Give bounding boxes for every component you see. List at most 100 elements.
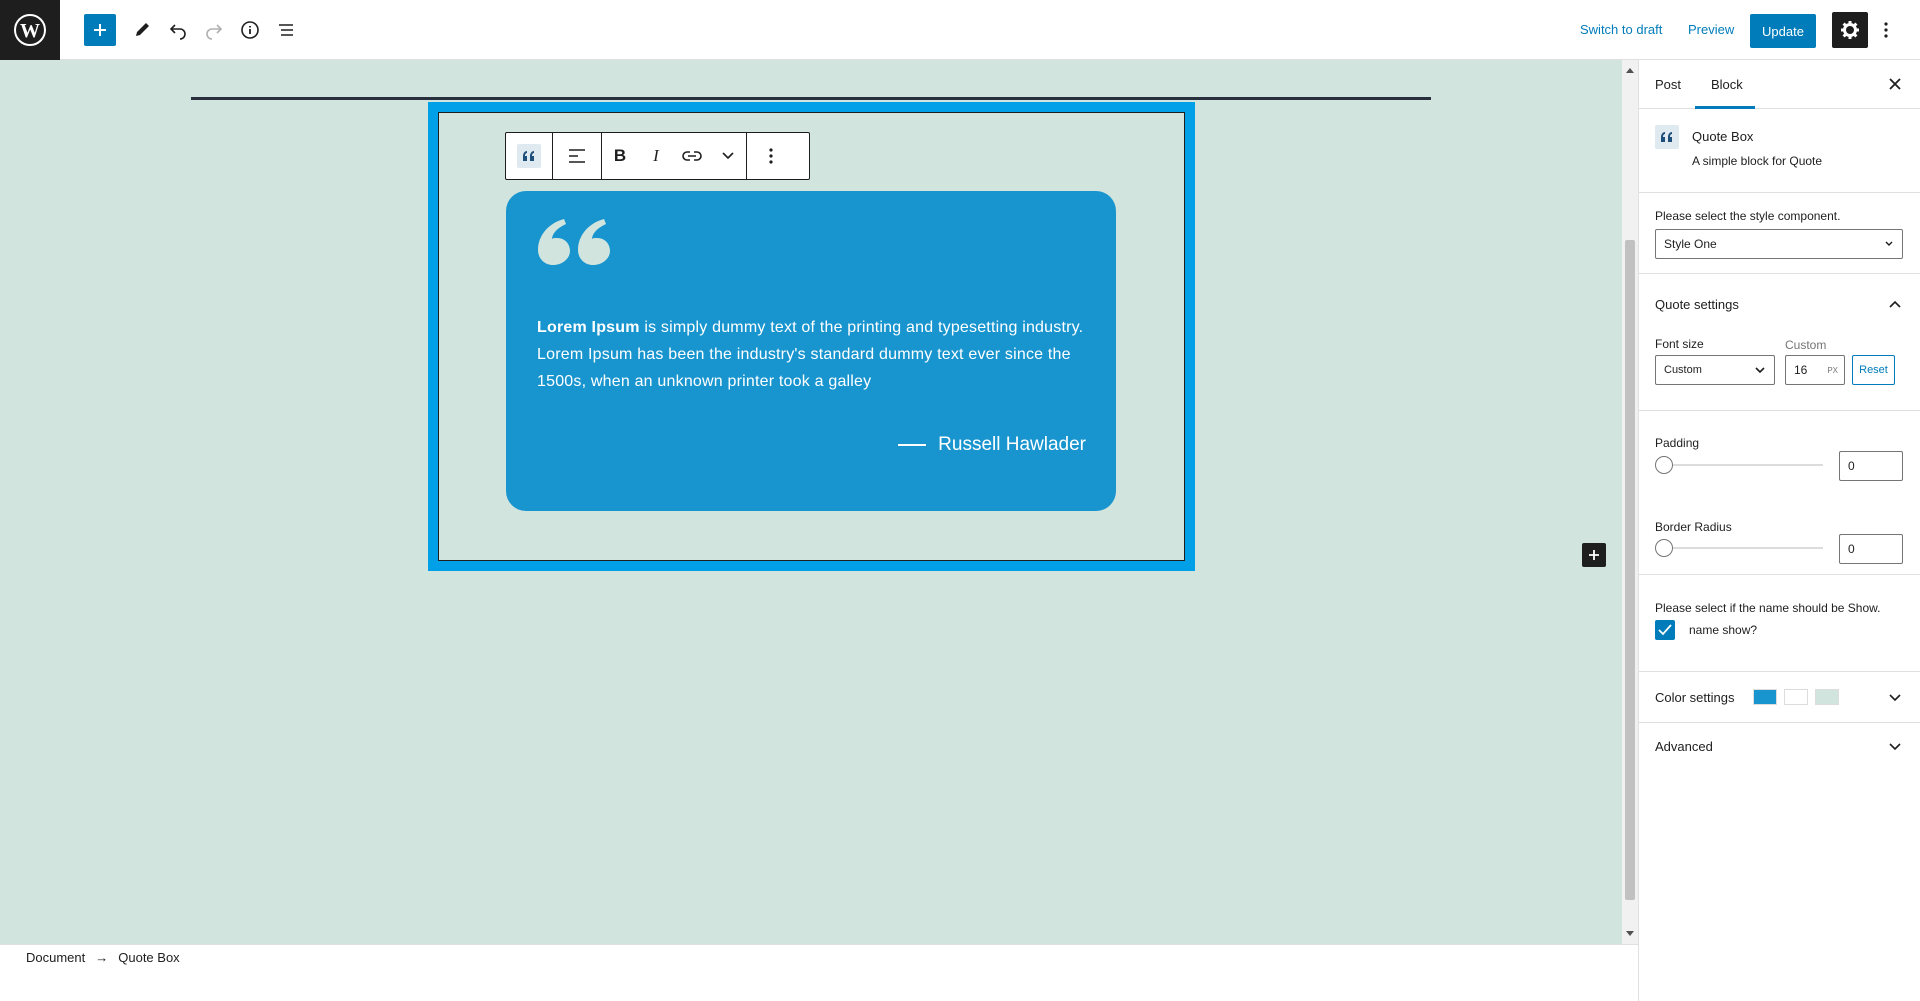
quote-text[interactable]: Lorem Ipsum is simply dummy text of the … (537, 314, 1087, 395)
chevron-up-icon (1889, 300, 1901, 308)
color-settings-title[interactable]: Color settings (1655, 690, 1734, 705)
padding-slider-track[interactable] (1655, 464, 1823, 466)
breadcrumb-quote-box[interactable]: Quote Box (118, 950, 179, 965)
font-size-select-value: Custom (1664, 364, 1702, 376)
expand-advanced-button[interactable] (1885, 737, 1905, 757)
author-name: Russell Hawlader (938, 434, 1086, 455)
redo-button[interactable] (196, 12, 232, 48)
tools-button[interactable] (124, 12, 160, 48)
color-settings-panel: Color settings (1639, 672, 1920, 723)
divider (1639, 410, 1920, 411)
format-group: B I (602, 133, 747, 179)
font-size-select[interactable]: Custom (1655, 355, 1775, 385)
breadcrumb-document[interactable]: Document (26, 950, 85, 965)
chevron-down-icon (722, 152, 734, 160)
style-section: Please select the style component. Style… (1639, 193, 1920, 274)
padding-value: 0 (1848, 459, 1855, 473)
expand-color-settings-button[interactable] (1885, 688, 1905, 708)
font-size-value: 16 (1794, 363, 1808, 377)
quote-text-bold: Lorem Ipsum (537, 319, 640, 336)
quote-icon (1655, 125, 1679, 149)
quote-settings-title[interactable]: Quote settings (1655, 297, 1739, 312)
block-card-description: A simple block for Quote (1692, 154, 1823, 168)
wordpress-logo-icon[interactable]: W (0, 0, 60, 60)
chevron-down-icon (1755, 367, 1765, 374)
style-label: Please select the style component. (1655, 209, 1841, 223)
more-rich-text-button[interactable] (710, 133, 746, 179)
scroll-thumb[interactable] (1625, 240, 1635, 900)
chevron-down-icon (1889, 743, 1901, 751)
border-radius-slider-thumb[interactable] (1655, 539, 1673, 557)
padding-label: Padding (1655, 436, 1700, 450)
border-radius-value: 0 (1848, 542, 1855, 556)
align-button[interactable] (553, 133, 601, 179)
settings-sidebar: Post Block Quote Box A simple block for … (1638, 60, 1920, 1001)
color-swatch-background (1815, 689, 1839, 705)
style-select[interactable]: Style One (1655, 229, 1903, 259)
plus-icon (1589, 550, 1599, 560)
editor-header: W Switch to draft Preview Update (0, 0, 1920, 60)
close-sidebar-button[interactable] (1885, 74, 1905, 94)
block-type-button[interactable] (506, 133, 552, 179)
list-view-button[interactable] (268, 12, 304, 48)
name-show-checkbox-label[interactable]: name show? (1689, 623, 1757, 637)
padding-input[interactable]: 0 (1839, 451, 1903, 481)
options-group (747, 133, 795, 179)
author-dash (898, 444, 927, 446)
undo-button[interactable] (160, 12, 196, 48)
options-button[interactable] (1874, 12, 1898, 48)
add-block-button[interactable] (84, 14, 116, 46)
sidebar-tabs: Post Block (1639, 60, 1920, 109)
list-view-icon (279, 24, 293, 36)
quote-mark-icon (538, 219, 610, 265)
preview-button[interactable]: Preview (1688, 22, 1734, 37)
block-options-button[interactable] (747, 133, 795, 179)
font-size-label: Font size (1655, 337, 1704, 351)
italic-button[interactable]: I (638, 133, 674, 179)
details-button[interactable] (232, 12, 268, 48)
separator-line (191, 97, 1431, 100)
pencil-icon (136, 23, 149, 36)
gear-icon (1841, 21, 1859, 39)
color-swatch-secondary (1784, 689, 1808, 705)
inserter-button[interactable] (1582, 543, 1606, 567)
quote-card[interactable]: Lorem Ipsum is simply dummy text of the … (506, 191, 1116, 511)
tab-post[interactable]: Post (1655, 77, 1681, 92)
border-radius-input[interactable]: 0 (1839, 534, 1903, 564)
checkmark-icon (1658, 624, 1672, 636)
align-group (553, 133, 602, 179)
chevron-down-icon (1885, 241, 1893, 246)
canvas-scrollbar[interactable] (1622, 60, 1638, 944)
style-select-value: Style One (1664, 237, 1717, 251)
editor-canvas[interactable]: B I Lorem Ipsum is simply dummy text of … (0, 60, 1622, 944)
block-type-group (506, 133, 553, 179)
settings-button[interactable] (1832, 12, 1868, 48)
block-card-title: Quote Box (1692, 129, 1754, 144)
quote-settings-panel: Quote settings Font size Custom Custom 1… (1639, 274, 1920, 672)
advanced-title[interactable]: Advanced (1655, 739, 1713, 754)
plus-icon (94, 24, 106, 36)
border-radius-slider-track[interactable] (1655, 547, 1823, 549)
scroll-down-icon[interactable] (1626, 931, 1634, 936)
divider (1639, 574, 1920, 575)
collapse-quote-settings-button[interactable] (1885, 294, 1905, 314)
tab-block[interactable]: Block (1711, 77, 1743, 92)
font-size-input[interactable]: 16 PX (1785, 355, 1845, 385)
update-button[interactable]: Update (1750, 14, 1816, 48)
redo-icon (206, 24, 223, 40)
italic-icon: I (653, 146, 659, 165)
bold-button[interactable]: B (602, 133, 638, 179)
block-toolbar: B I (505, 132, 810, 180)
padding-slider-thumb[interactable] (1655, 456, 1673, 474)
font-size-reset-button[interactable]: Reset (1852, 355, 1895, 385)
scroll-up-icon[interactable] (1626, 68, 1634, 73)
custom-label: Custom (1785, 338, 1827, 352)
link-button[interactable] (674, 133, 710, 179)
advanced-panel: Advanced (1639, 723, 1920, 773)
switch-to-draft-button[interactable]: Switch to draft (1580, 22, 1662, 37)
breadcrumb: Document → Quote Box (0, 944, 1638, 970)
undo-icon (169, 24, 186, 40)
quote-icon (517, 144, 541, 168)
name-show-checkbox[interactable] (1655, 620, 1675, 640)
quote-author[interactable]: Russell Hawlader (898, 434, 1086, 456)
